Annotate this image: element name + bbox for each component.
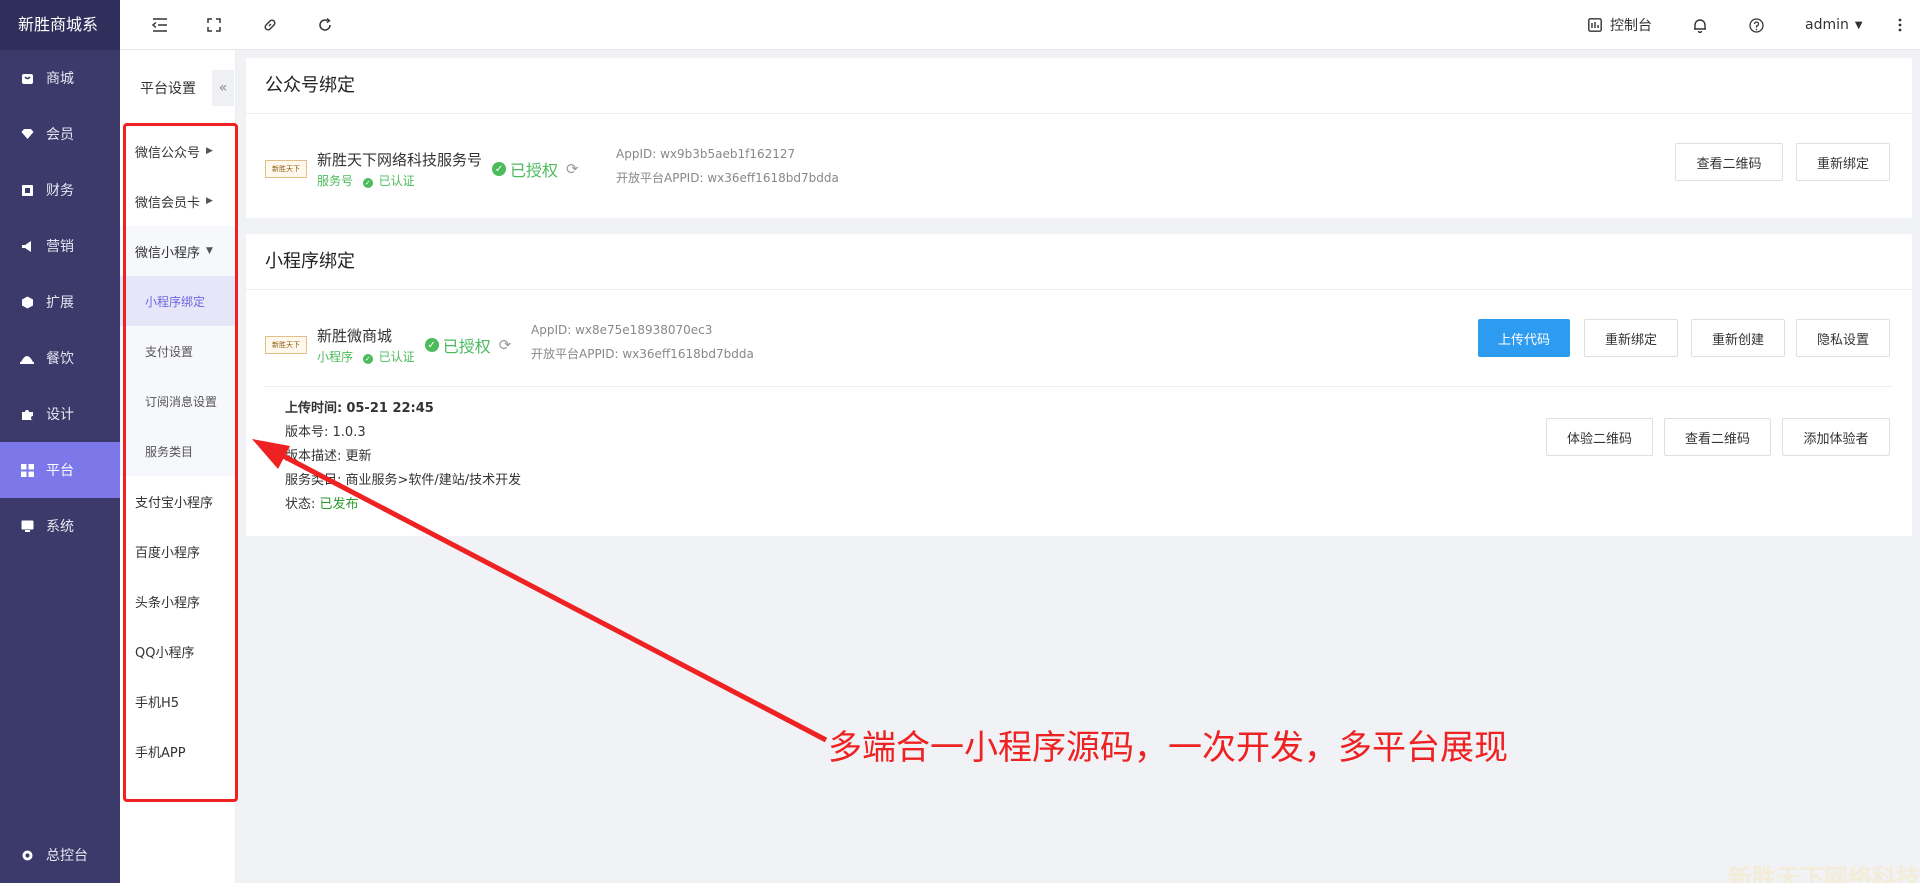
watermark: 新胜天下网络科技 [1728,864,1920,883]
annotation-text: 多端合一小程序源码，一次开发，多平台展现 [828,728,1508,768]
